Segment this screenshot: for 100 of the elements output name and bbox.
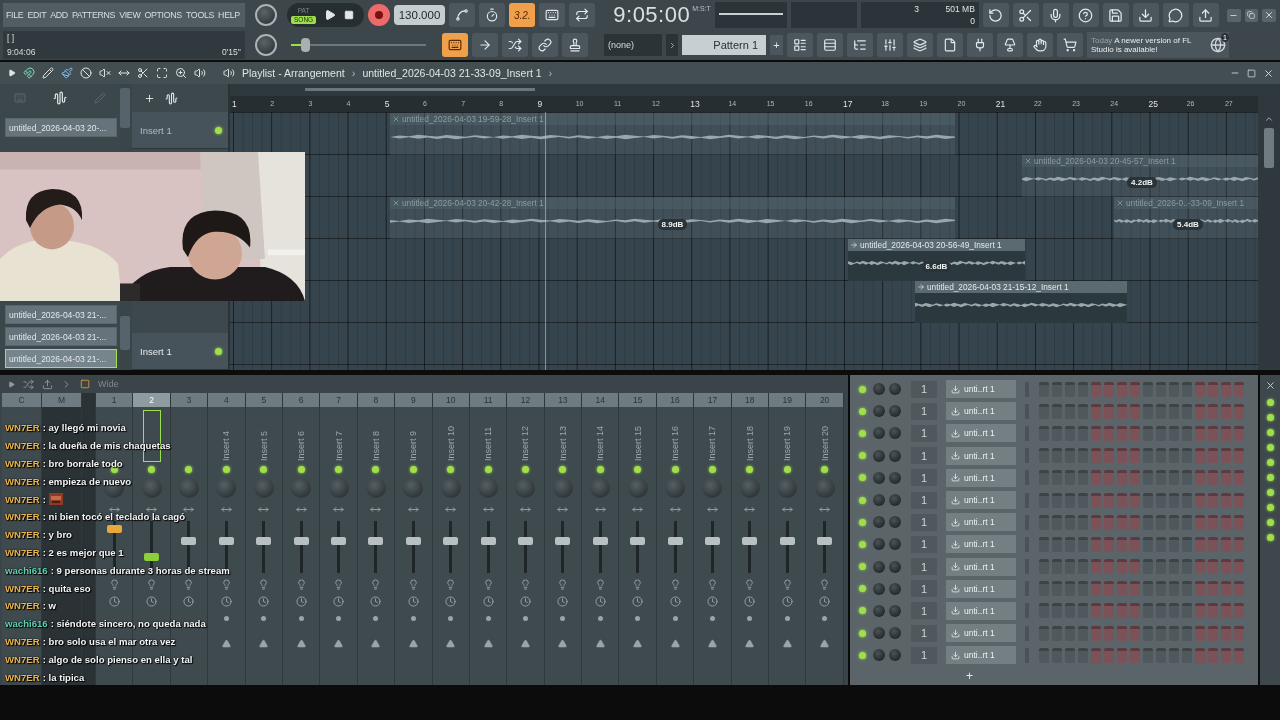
pattern-clip-item[interactable]: untitled_2026-04-03 21-...	[5, 305, 117, 324]
channel-button[interactable]: unti..rt 1	[946, 624, 1016, 643]
track-name: Insert 1	[140, 124, 172, 136]
channel-name: unti..rt 1	[964, 406, 995, 417]
menu-item[interactable]: TOOLS	[185, 10, 215, 20]
breadcrumb-separator: ›	[351, 67, 356, 79]
pattern-selector[interactable]: Pattern 1	[682, 35, 766, 55]
audio-clip[interactable]: untitled_2026-04-03 20-45-57_Insert 1 4.2dB	[1022, 155, 1258, 197]
mixer-track-field[interactable]: 1	[911, 535, 937, 553]
audio-clip[interactable]: untitled_2026-04-03 21-15-12_Insert 1	[915, 281, 1127, 323]
mixer-insert-number[interactable]: 6	[282, 393, 320, 407]
preset-dropdown[interactable]: (none)	[604, 34, 662, 56]
channel-name: unti..rt 1	[964, 517, 995, 528]
channel-name: unti..rt 1	[964, 650, 995, 661]
pattern-clip-item[interactable]: untitled_2026-04-03 21-...	[5, 327, 117, 346]
menu-item[interactable]: HELP	[218, 10, 240, 20]
countdown-button[interactable]: 3.2.	[509, 3, 536, 27]
channel-button[interactable]: unti..rt 1	[946, 535, 1016, 554]
channel-button[interactable]: unti..rt 1	[946, 579, 1016, 598]
channel-name: unti..rt 1	[964, 428, 995, 439]
chat-text: : y bro	[42, 529, 72, 541]
add-pattern-button[interactable]: +	[770, 35, 783, 55]
channel-name: unti..rt 1	[964, 450, 995, 461]
chat-text: : 2 es mejor que 1	[42, 546, 124, 558]
clip-name: untitled_2026-04-03 20-45-57_Insert 1	[1034, 156, 1176, 166]
tempo-display[interactable]: 130.000	[393, 5, 446, 25]
chat-text: : ay llegó mi novia	[42, 422, 126, 434]
chat-text: : bro borrale todo	[42, 458, 123, 469]
mixer-insert-number[interactable]: 15	[619, 393, 656, 407]
mixer-track-field[interactable]: 1	[911, 380, 937, 398]
chat-username: WN7ER	[5, 440, 40, 452]
mixer-insert-number[interactable]: 4	[208, 393, 245, 407]
chat-text: : siéndote sincero, no queda nada	[50, 618, 206, 630]
audio-clip[interactable]: untitled_2026-04-03 19-59-28_Insert 1	[390, 113, 955, 155]
mixer-track-field[interactable]: 1	[911, 624, 937, 642]
menu-item[interactable]: VIEW	[119, 10, 141, 20]
channel-button[interactable]: unti..rt 1	[946, 380, 1016, 399]
mixer-insert-number[interactable]: 14	[582, 393, 619, 407]
mixer-insert-number[interactable]: 17	[694, 393, 731, 407]
channel-button[interactable]: unti..rt 1	[946, 646, 1016, 665]
breadcrumb-path[interactable]: untitled_2026-04-03 21-33-09_Insert 1	[362, 67, 542, 79]
add-channel-button[interactable]: +	[966, 668, 973, 683]
mixer-insert-number[interactable]: 12	[507, 393, 544, 407]
mixer-track-field[interactable]: 1	[911, 447, 937, 465]
mixer-insert-number[interactable]: 3	[170, 393, 208, 407]
menu-item[interactable]: OPTIONS	[144, 10, 182, 20]
mixer-track-field[interactable]: 1	[911, 646, 937, 664]
channel-button[interactable]: unti..rt 1	[946, 402, 1016, 421]
insert-label: Insert 18	[744, 424, 755, 461]
channel-button[interactable]: unti..rt 1	[946, 557, 1016, 576]
mixer-track-field[interactable]: 1	[911, 513, 937, 531]
mixer-track-field[interactable]: 1	[911, 558, 937, 576]
pattern-clip-item[interactable]: untitled_2026-04-03 21-...	[5, 349, 117, 368]
mixer-insert-number[interactable]: 11	[469, 393, 507, 407]
mixer-track-field[interactable]: 1	[911, 469, 937, 487]
audio-clip[interactable]: untitled_2026-0..-33-09_Insert 1 5.4dB	[1114, 197, 1258, 239]
mixer-insert-number[interactable]: 7	[320, 393, 357, 407]
mixer-track-field[interactable]: 1	[911, 491, 937, 509]
insert-label: Insert 11	[483, 425, 494, 461]
mixer-insert-number[interactable]: 13	[544, 393, 582, 407]
menu-item[interactable]: FILE	[6, 10, 24, 20]
channel-button[interactable]: unti..rt 1	[946, 424, 1016, 443]
channel-name: unti..rt 1	[964, 472, 995, 483]
cpu-value: 0	[970, 16, 975, 26]
mixer-track-field[interactable]: 1	[911, 602, 937, 620]
menu-item[interactable]: PATTERNS	[71, 10, 116, 20]
channel-name: unti..rt 1	[964, 561, 995, 572]
menu-item[interactable]: ADD	[50, 10, 68, 20]
chat-username: WN7ER	[5, 529, 40, 541]
channel-button[interactable]: unti..rt 1	[946, 491, 1016, 510]
hint-clock: 9:04:06	[7, 47, 36, 57]
mixer-insert-number[interactable]: 10	[432, 393, 469, 407]
chat-username: WN7ER	[5, 600, 40, 612]
audio-clip[interactable]: untitled_2026-04-03 20-56-49_Insert 1 6.6dB	[848, 239, 1025, 281]
mixer-insert-number[interactable]: 19	[769, 393, 806, 407]
pattern-clip-item[interactable]: untitled_2026-04-03 20-...	[5, 118, 117, 137]
insert-label: Insert 7	[333, 430, 344, 461]
mixer-insert-number[interactable]: 2	[133, 393, 170, 407]
mixer-insert-number[interactable]: 1	[96, 393, 133, 407]
mixer-column-number[interactable]: C	[2, 393, 41, 407]
menu-item[interactable]: EDIT	[27, 10, 47, 20]
mixer-column-number[interactable]: M	[42, 393, 81, 407]
mixer-insert-number[interactable]: 9	[395, 393, 432, 407]
mixer-track-field[interactable]: 1	[911, 424, 937, 442]
channel-button[interactable]: unti..rt 1	[946, 468, 1016, 487]
mixer-track-field[interactable]: 1	[911, 402, 937, 420]
mixer-insert-number[interactable]: 18	[731, 393, 769, 407]
chat-username: WN7ER	[5, 653, 40, 665]
audio-clip[interactable]: untitled_2026-04-03 20-42-28_Insert 1 8.9dB	[390, 197, 955, 239]
channel-button[interactable]: unti..rt 1	[946, 513, 1016, 532]
mixer-insert-number[interactable]: 8	[357, 393, 395, 407]
mixer-insert-number[interactable]: 5	[245, 393, 282, 407]
channel-button[interactable]: unti..rt 1	[946, 446, 1016, 465]
song-time: 9:05:00	[613, 3, 691, 27]
channel-name: unti..rt 1	[964, 495, 995, 506]
mixer-track-field[interactable]: 1	[911, 580, 937, 598]
channel-button[interactable]: unti..rt 1	[946, 601, 1016, 620]
mixer-insert-number[interactable]: 20	[806, 393, 843, 407]
mixer-insert-number[interactable]: 16	[656, 393, 694, 407]
clip-name: untitled_2026-0..-33-09_Insert 1	[1126, 198, 1245, 208]
